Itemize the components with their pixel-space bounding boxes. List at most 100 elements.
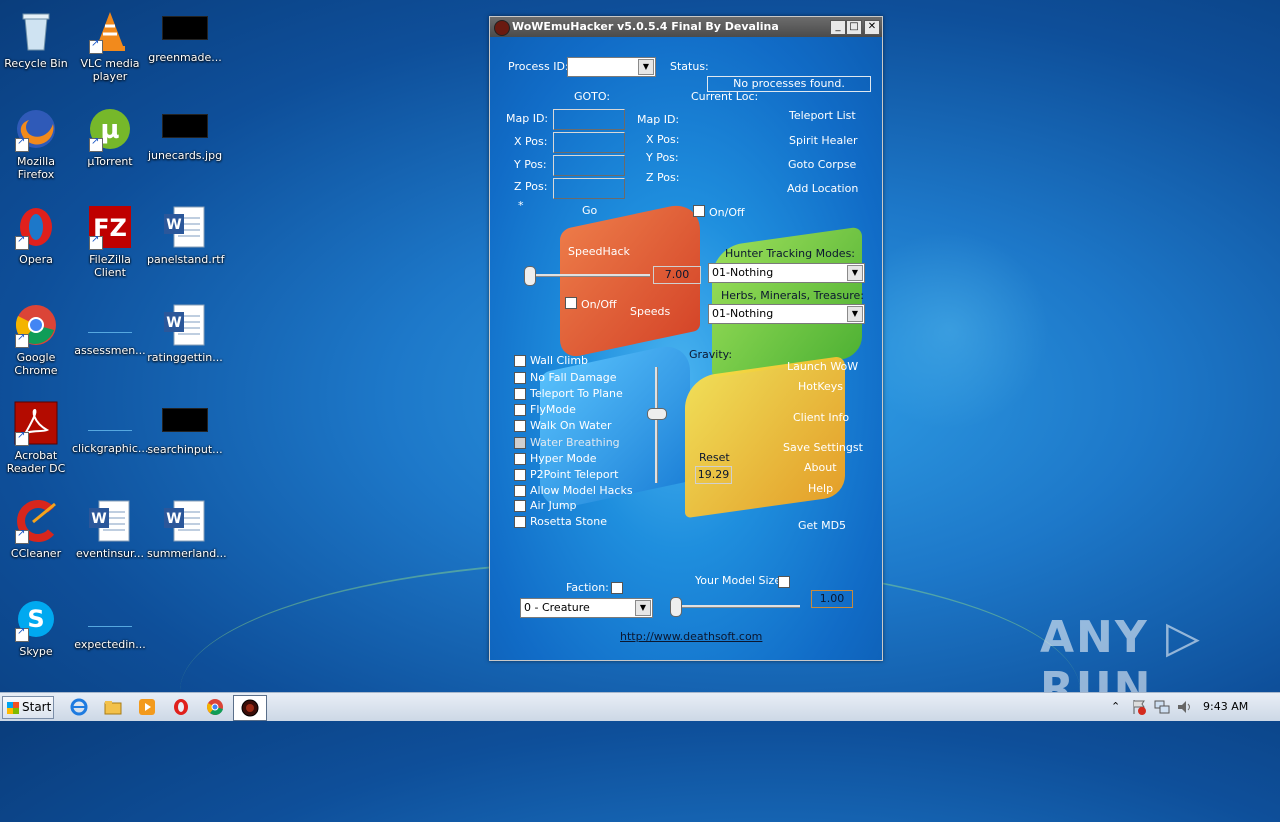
wowemuhacker-window: WoWEmuHacker v5.0.5.4 Final By Devalina … (489, 16, 883, 661)
word-document-icon: W (162, 204, 208, 250)
desktop-icon-assessment[interactable]: assessmen... (72, 298, 148, 357)
launch-wow-link[interactable]: Launch WoW (787, 360, 858, 373)
minimize-button[interactable]: _ (830, 20, 846, 35)
action-center-flag-icon[interactable] (1130, 698, 1148, 716)
model-size-checkbox[interactable] (778, 576, 790, 588)
herbs-minerals-dropdown[interactable]: 01-Nothing ▼ (708, 304, 865, 324)
desktop-icon-ccleaner[interactable]: CCleaner (0, 494, 74, 560)
desktop-icon-acrobat[interactable]: Acrobat Reader DC (0, 396, 74, 475)
desktop-icon-summerland[interactable]: W summerland... (147, 494, 227, 560)
checkbox[interactable] (514, 437, 526, 449)
desktop-icon-label: Recycle Bin (4, 57, 68, 70)
window-titlebar[interactable]: WoWEmuHacker v5.0.5.4 Final By Devalina … (490, 17, 882, 37)
shortcut-arrow-icon (15, 626, 29, 642)
checkbox[interactable] (514, 372, 526, 384)
goto-z-pos-input[interactable] (553, 178, 625, 199)
get-md5-link[interactable]: Get MD5 (798, 519, 846, 532)
tray-show-hidden-icons[interactable]: ⌃ (1111, 700, 1120, 713)
chrome-taskbar-icon[interactable] (206, 698, 224, 716)
chevron-down-icon[interactable]: ▼ (847, 265, 863, 281)
desktop-icon-ratinggettin[interactable]: W ratinggettin... (147, 298, 223, 364)
speedhack-onoff-checkbox[interactable] (565, 297, 577, 309)
chevron-down-icon[interactable]: ▼ (847, 306, 863, 322)
checkbox[interactable] (514, 516, 526, 528)
checkbox[interactable] (514, 453, 526, 465)
checkbox[interactable] (514, 388, 526, 400)
start-button[interactable]: Start (2, 696, 54, 719)
desktop-icon-label: clickgraphic... (72, 442, 149, 455)
deathsoft-url-link[interactable]: http://www.deathsoft.com (620, 630, 762, 643)
chevron-down-icon[interactable]: ▼ (638, 59, 654, 75)
desktop-icon-opera[interactable]: Opera (0, 200, 74, 266)
gravity-slider-thumb[interactable] (647, 408, 667, 420)
desktop-icon-panelstand[interactable]: W panelstand.rtf (147, 200, 224, 266)
hack-label: Walk On Water (530, 419, 612, 432)
model-size-slider-thumb[interactable] (670, 597, 682, 617)
desktop-icon-label: Acrobat Reader DC (6, 449, 66, 475)
goto-corpse-link[interactable]: Goto Corpse (788, 158, 856, 171)
faction-checkbox[interactable] (611, 582, 623, 594)
herbs-minerals-value: 01-Nothing (712, 307, 774, 320)
desktop-icon-label: FileZilla Client (89, 253, 131, 279)
hotkeys-link[interactable]: HotKeys (798, 380, 843, 393)
go-button[interactable]: Go (582, 204, 597, 217)
internet-explorer-icon[interactable] (70, 698, 88, 716)
teleport-list-link[interactable]: Teleport List (789, 109, 856, 122)
close-button[interactable]: ✕ (864, 20, 880, 35)
goto-y-pos-input[interactable] (553, 155, 625, 176)
file-explorer-icon[interactable] (104, 698, 122, 716)
svg-text:W: W (166, 511, 181, 527)
goto-onoff-checkbox[interactable] (693, 205, 705, 217)
checkbox[interactable] (514, 469, 526, 481)
desktop-icon-firefox[interactable]: Mozilla Firefox (0, 102, 74, 181)
goto-map-id-input[interactable] (553, 109, 625, 130)
checkbox[interactable] (514, 500, 526, 512)
speedhack-slider-thumb[interactable] (524, 266, 536, 286)
gravity-slider-track[interactable] (655, 367, 658, 483)
checkbox[interactable] (514, 485, 526, 497)
desktop-icon-recycle-bin[interactable]: Recycle Bin (0, 4, 74, 70)
desktop-icon-searchinput[interactable]: searchinput... (147, 396, 223, 456)
desktop-icon-vlc[interactable]: VLC media player (72, 4, 148, 83)
desktop-icon-eventinsur[interactable]: W eventinsur... (72, 494, 148, 560)
checkbox[interactable] (514, 355, 526, 367)
network-icon[interactable] (1153, 698, 1171, 716)
desktop-icon-expectedin[interactable]: expectedin... (72, 592, 148, 651)
desktop-icon-greenmade[interactable]: greenmade... (147, 4, 223, 64)
taskbar-wowemuhacker-button[interactable] (233, 695, 267, 721)
checkbox[interactable] (514, 420, 526, 432)
taskbar-clock[interactable]: 9:43 AM (1203, 700, 1248, 713)
goto-x-pos-input[interactable] (553, 132, 625, 153)
gravity-label: Gravity: (689, 348, 733, 361)
desktop-icon-utorrent[interactable]: µ µTorrent (72, 102, 148, 168)
chevron-down-icon[interactable]: ▼ (635, 600, 651, 616)
recycle-bin-icon (13, 8, 59, 54)
maximize-button[interactable]: □ (846, 20, 862, 35)
volume-icon[interactable] (1176, 698, 1194, 716)
add-location-link[interactable]: Add Location (787, 182, 858, 195)
faction-dropdown[interactable]: 0 - Creature ▼ (520, 598, 653, 618)
spirit-healer-link[interactable]: Spirit Healer (789, 134, 858, 147)
help-link[interactable]: Help (808, 482, 833, 495)
hack-label: Hyper Mode (530, 452, 597, 465)
about-link[interactable]: About (804, 461, 837, 474)
hack-label: Wall Climb (530, 354, 589, 367)
desktop-icon-clickgraphic[interactable]: clickgraphic... (72, 396, 148, 455)
desktop-icon-skype[interactable]: S Skype (0, 592, 74, 658)
save-settings-link[interactable]: Save Settingst (783, 441, 863, 454)
desktop-icon-label: junecards.jpg (147, 149, 223, 162)
media-player-icon[interactable] (138, 698, 156, 716)
desktop-icon-chrome[interactable]: Google Chrome (0, 298, 74, 377)
opera-taskbar-icon[interactable] (172, 698, 190, 716)
speedhack-onoff-label: On/Off (581, 298, 617, 311)
acrobat-reader-icon (13, 400, 59, 446)
checkbox[interactable] (514, 404, 526, 416)
desktop-icon-junecards[interactable]: junecards.jpg (147, 102, 223, 162)
client-info-link[interactable]: Client Info (793, 411, 849, 424)
model-size-slider-track[interactable] (676, 605, 800, 608)
reset-button[interactable]: Reset (699, 451, 730, 464)
desktop-icon-filezilla[interactable]: FZ FileZilla Client (72, 200, 148, 279)
process-id-dropdown[interactable]: ▼ (567, 57, 656, 77)
speedhack-slider-track[interactable] (530, 274, 650, 277)
hunter-tracking-dropdown[interactable]: 01-Nothing ▼ (708, 263, 865, 283)
